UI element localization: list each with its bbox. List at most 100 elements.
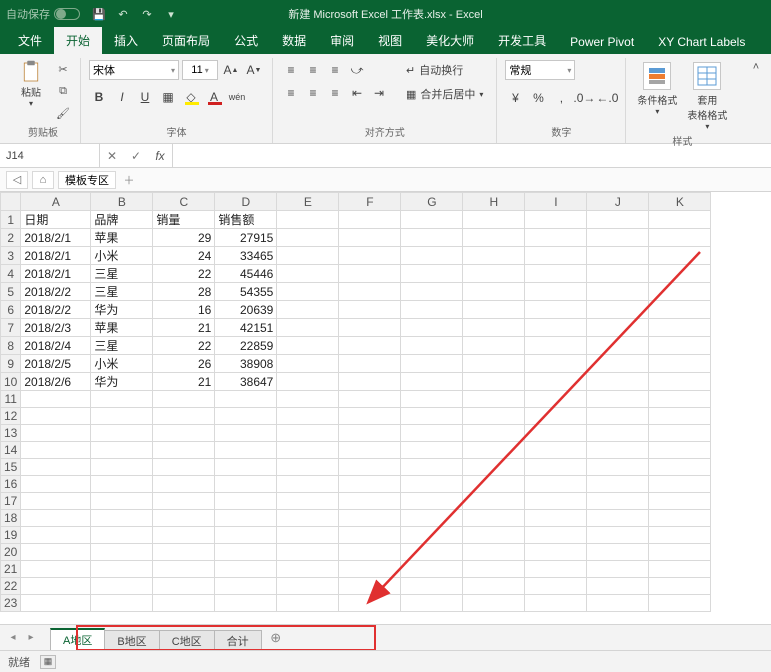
cell-B6[interactable]: 华为 [91, 301, 153, 319]
row-15[interactable]: 15 [1, 459, 21, 476]
cell-E7[interactable] [277, 319, 339, 337]
cell-H3[interactable] [463, 247, 525, 265]
col-I[interactable]: I [525, 193, 587, 211]
conditional-format-button[interactable]: 条件格式▾ [634, 60, 680, 116]
cell-G17[interactable] [401, 493, 463, 510]
col-D[interactable]: D [215, 193, 277, 211]
cell-D12[interactable] [215, 408, 277, 425]
cell-E18[interactable] [277, 510, 339, 527]
cell-D22[interactable] [215, 578, 277, 595]
sheet-tab-C地区[interactable]: C地区 [159, 630, 215, 650]
cell-J5[interactable] [587, 283, 649, 301]
cell-A20[interactable] [21, 544, 91, 561]
cell-D19[interactable] [215, 527, 277, 544]
cell-K5[interactable] [649, 283, 711, 301]
cell-D11[interactable] [215, 391, 277, 408]
align-middle-icon[interactable]: ≡ [303, 60, 323, 80]
cell-H9[interactable] [463, 355, 525, 373]
cell-D16[interactable] [215, 476, 277, 493]
cell-C24[interactable] [153, 612, 215, 613]
cell-D7[interactable]: 42151 [215, 319, 277, 337]
cell-C18[interactable] [153, 510, 215, 527]
cell-H8[interactable] [463, 337, 525, 355]
tab-公式[interactable]: 公式 [222, 27, 270, 54]
sheet-add-button[interactable]: ⊕ [265, 628, 287, 648]
col-A[interactable]: A [21, 193, 91, 211]
cell-F12[interactable] [339, 408, 401, 425]
cell-I19[interactable] [525, 527, 587, 544]
cell-H15[interactable] [463, 459, 525, 476]
cell-A4[interactable]: 2018/2/1 [21, 265, 91, 283]
cell-F22[interactable] [339, 578, 401, 595]
cell-B1[interactable]: 品牌 [91, 211, 153, 229]
cell-H16[interactable] [463, 476, 525, 493]
cell-F3[interactable] [339, 247, 401, 265]
cell-C23[interactable] [153, 595, 215, 612]
row-7[interactable]: 7 [1, 319, 21, 337]
cell-J24[interactable] [587, 612, 649, 613]
cell-E24[interactable] [277, 612, 339, 613]
cell-C13[interactable] [153, 425, 215, 442]
cell-J3[interactable] [587, 247, 649, 265]
cell-H12[interactable] [463, 408, 525, 425]
row-6[interactable]: 6 [1, 301, 21, 319]
cell-E23[interactable] [277, 595, 339, 612]
cell-J10[interactable] [587, 373, 649, 391]
cell-F13[interactable] [339, 425, 401, 442]
cell-G5[interactable] [401, 283, 463, 301]
cell-C12[interactable] [153, 408, 215, 425]
cell-F24[interactable] [339, 612, 401, 613]
cell-B4[interactable]: 三星 [91, 265, 153, 283]
cell-I3[interactable] [525, 247, 587, 265]
cell-E21[interactable] [277, 561, 339, 578]
cell-E8[interactable] [277, 337, 339, 355]
cell-D1[interactable]: 销售额 [215, 211, 277, 229]
cell-H6[interactable] [463, 301, 525, 319]
cut-icon[interactable]: ✂ [54, 60, 72, 78]
cell-G2[interactable] [401, 229, 463, 247]
tab-审阅[interactable]: 审阅 [318, 27, 366, 54]
cell-F1[interactable] [339, 211, 401, 229]
cell-G13[interactable] [401, 425, 463, 442]
border-button[interactable]: ▦ [158, 87, 178, 107]
cell-I11[interactable] [525, 391, 587, 408]
cell-C16[interactable] [153, 476, 215, 493]
row-11[interactable]: 11 [1, 391, 21, 408]
cell-C3[interactable]: 24 [153, 247, 215, 265]
comma-icon[interactable]: , [551, 88, 571, 108]
cell-D15[interactable] [215, 459, 277, 476]
cell-B22[interactable] [91, 578, 153, 595]
cell-G1[interactable] [401, 211, 463, 229]
cell-J1[interactable] [587, 211, 649, 229]
col-C[interactable]: C [153, 193, 215, 211]
cell-F20[interactable] [339, 544, 401, 561]
wrap-text-button[interactable]: ↵自动换行 [401, 60, 488, 80]
cell-J7[interactable] [587, 319, 649, 337]
nav-add-icon[interactable]: ＋ [120, 171, 138, 189]
indent-dec-icon[interactable]: ⇤ [347, 83, 367, 103]
cell-H7[interactable] [463, 319, 525, 337]
row-16[interactable]: 16 [1, 476, 21, 493]
fx-icon[interactable]: fx [148, 149, 172, 163]
cell-A5[interactable]: 2018/2/2 [21, 283, 91, 301]
cell-C1[interactable]: 销量 [153, 211, 215, 229]
cell-K24[interactable] [649, 612, 711, 613]
align-bottom-icon[interactable]: ≡ [325, 60, 345, 80]
cell-B10[interactable]: 华为 [91, 373, 153, 391]
cell-I22[interactable] [525, 578, 587, 595]
cell-I9[interactable] [525, 355, 587, 373]
merge-center-button[interactable]: ▦合并后居中▾ [401, 84, 488, 104]
cell-C21[interactable] [153, 561, 215, 578]
cell-E13[interactable] [277, 425, 339, 442]
cell-F2[interactable] [339, 229, 401, 247]
cell-C5[interactable]: 28 [153, 283, 215, 301]
cell-A12[interactable] [21, 408, 91, 425]
cell-F5[interactable] [339, 283, 401, 301]
cell-A17[interactable] [21, 493, 91, 510]
cell-C4[interactable]: 22 [153, 265, 215, 283]
row-21[interactable]: 21 [1, 561, 21, 578]
row-9[interactable]: 9 [1, 355, 21, 373]
cell-H1[interactable] [463, 211, 525, 229]
cell-D6[interactable]: 20639 [215, 301, 277, 319]
save-icon[interactable]: 💾 [92, 7, 106, 21]
